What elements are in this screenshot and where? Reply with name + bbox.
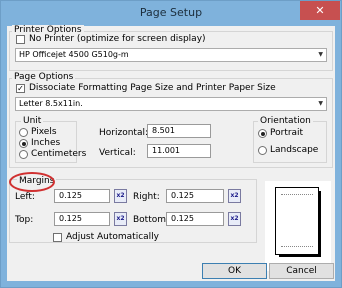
page-preview-paper <box>275 187 319 255</box>
page-preview <box>265 181 331 271</box>
unit-pixels-radio[interactable] <box>19 128 28 137</box>
adjust-automatically-label: Adjust Automatically <box>66 232 159 242</box>
unit-centimeters-label: Centimeters <box>31 149 87 159</box>
vertical-input[interactable]: 11.001 <box>147 144 211 158</box>
orientation-portrait-radio[interactable] <box>258 129 267 138</box>
printer-select[interactable]: HP Officejet 4500 G510g-m ▼ <box>15 48 327 62</box>
chevron-down-icon: ▼ <box>318 100 323 107</box>
close-button[interactable]: ✕ <box>300 1 340 20</box>
window-title: Page Setup <box>139 6 203 19</box>
top-margin-spin-icon[interactable]: x2 <box>114 212 127 226</box>
horizontal-input[interactable]: 8.501 <box>147 124 211 138</box>
no-printer-label: No Printer (optimize for screen display) <box>29 34 206 44</box>
left-margin-input[interactable]: 0.125 <box>54 189 110 203</box>
bottom-margin-spin-icon[interactable]: x2 <box>228 212 241 226</box>
right-margin-spin-icon[interactable]: x2 <box>228 189 241 203</box>
adjust-automatically-checkbox[interactable] <box>53 233 62 242</box>
unit-inches-label: Inches <box>31 138 61 148</box>
right-margin-input[interactable]: 0.125 <box>166 189 224 203</box>
top-margin-input[interactable]: 0.125 <box>54 212 110 226</box>
dialog-body: Printer Options No Printer (optimize for… <box>7 25 335 281</box>
left-margin-label: Left: <box>15 192 35 202</box>
orientation-landscape-label: Landscape <box>270 145 319 155</box>
right-margin-label: Right: <box>133 192 160 202</box>
dissociate-label: Dissociate Formatting Page Size and Prin… <box>29 83 276 93</box>
unit-legend: Unit <box>21 116 44 127</box>
horizontal-label: Horizontal: <box>99 128 148 138</box>
paper-size-value: Letter 8.5x11in. <box>19 99 83 108</box>
dissociate-checkbox[interactable]: ✓ <box>16 84 25 93</box>
title-bar[interactable]: Page Setup ✕ <box>1 1 341 25</box>
orientation-landscape-radio[interactable] <box>258 146 267 155</box>
vertical-label: Vertical: <box>99 148 136 158</box>
cancel-button[interactable]: Cancel <box>269 263 334 279</box>
bottom-margin-input[interactable]: 0.125 <box>166 212 224 226</box>
no-printer-checkbox[interactable] <box>16 35 25 44</box>
orientation-legend: Orientation <box>258 116 313 127</box>
ok-button[interactable]: OK <box>202 263 267 279</box>
unit-pixels-label: Pixels <box>31 127 57 137</box>
margins-highlight-ellipse <box>9 172 55 192</box>
paper-size-select[interactable]: Letter 8.5x11in. ▼ <box>15 97 327 111</box>
orientation-portrait-label: Portrait <box>270 128 304 138</box>
chevron-down-icon: ▼ <box>318 51 323 58</box>
printer-select-value: HP Officejet 4500 G510g-m <box>19 50 129 59</box>
unit-inches-radio[interactable] <box>19 139 28 148</box>
top-margin-label: Top: <box>15 215 34 225</box>
page-options-legend: Page Options <box>12 72 76 83</box>
page-setup-window: Page Setup ✕ Printer Options No Printer … <box>0 0 342 288</box>
left-margin-spin-icon[interactable]: x2 <box>114 189 127 203</box>
unit-centimeters-radio[interactable] <box>19 150 28 159</box>
bottom-margin-label: Bottom: <box>133 215 170 225</box>
